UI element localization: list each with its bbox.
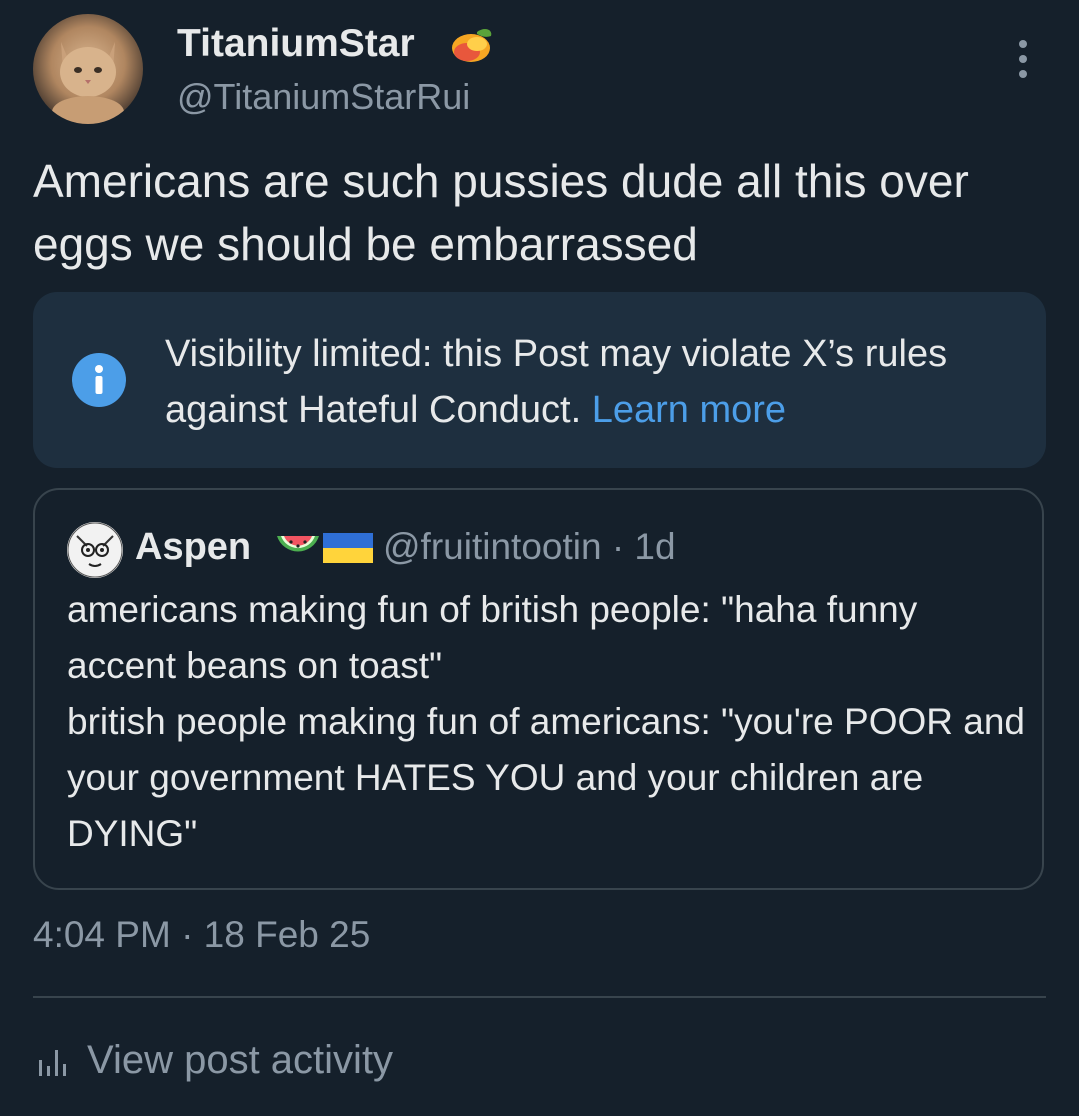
author-handle[interactable]: @TitaniumStarRui	[177, 76, 470, 118]
mango-emoji-icon	[452, 29, 492, 62]
quoted-post[interactable]: Aspen @fruitintootin · 1d americans maki…	[33, 488, 1044, 890]
quoted-text-line: british people making fun of americans: …	[67, 701, 1026, 854]
post-timestamp[interactable]: 4:04 PM · 18 Feb 25	[33, 914, 370, 956]
notice-message: Visibility limited: this Post may violat…	[165, 333, 948, 431]
quoted-text: americans making fun of british people: …	[67, 582, 1027, 862]
quoted-handle-time: @fruitintootin · 1d	[383, 526, 676, 567]
author-display-name[interactable]: TitaniumStar	[177, 22, 415, 66]
author-avatar[interactable]	[33, 14, 143, 124]
notice-text: Visibility limited: this Post may violat…	[165, 326, 1005, 438]
view-post-activity-label: View post activity	[87, 1038, 394, 1082]
quoted-author-name: Aspen	[135, 526, 252, 568]
ukraine-flag-icon	[323, 533, 373, 563]
more-options-icon[interactable]	[1012, 38, 1034, 80]
analytics-icon	[39, 1050, 66, 1076]
quoted-text-line: americans making fun of british people: …	[67, 589, 918, 686]
visibility-notice: Visibility limited: this Post may violat…	[33, 292, 1046, 468]
divider	[33, 996, 1046, 998]
watermelon-icon	[277, 536, 319, 552]
quoted-author-avatar[interactable]	[67, 522, 123, 578]
post-text: Americans are such pussies dude all this…	[33, 155, 969, 270]
learn-more-link[interactable]: Learn more	[592, 389, 786, 431]
info-icon	[72, 353, 126, 407]
